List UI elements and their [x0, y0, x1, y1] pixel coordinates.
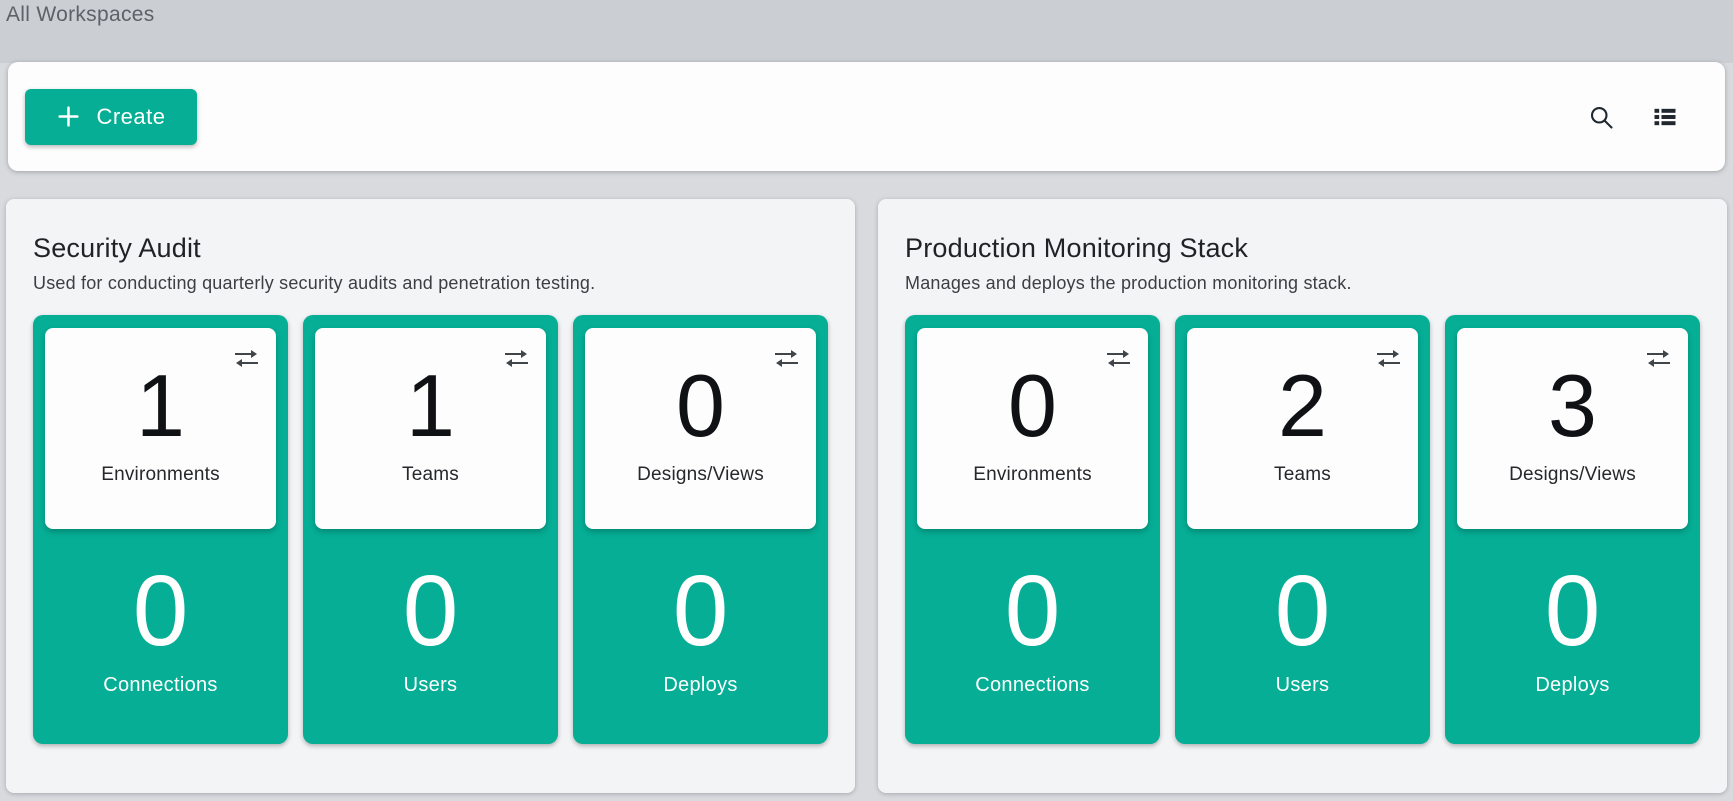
stat-card-top[interactable]: 2 Teams	[1187, 328, 1418, 529]
stat-bottom-label: Deploys	[1535, 674, 1609, 697]
stat-card-bottom[interactable]: 0 Deploys	[573, 529, 828, 744]
stat-card-top[interactable]: 1 Teams	[315, 328, 546, 529]
stats-row: 0 Environments 0 Connections 2 Teams 0 U…	[905, 315, 1700, 744]
stat-bottom-label: Connections	[103, 674, 217, 697]
workspace-description: Used for conducting quarterly security a…	[33, 273, 828, 294]
stat-card-top[interactable]: 0 Environments	[917, 328, 1148, 529]
workspace-card: Security Audit Used for conducting quart…	[6, 199, 855, 793]
stat-top-value: 0	[1008, 362, 1057, 450]
workspace-card: Production Monitoring Stack Manages and …	[878, 199, 1727, 793]
transfer-arrows-icon[interactable]	[232, 347, 261, 375]
stat-top-value: 3	[1548, 362, 1597, 450]
stat-card[interactable]: 1 Environments 0 Connections	[33, 315, 288, 744]
transfer-arrows-icon[interactable]	[772, 347, 801, 375]
stat-bottom-value: 0	[1545, 561, 1601, 661]
stat-top-label: Teams	[1274, 464, 1331, 486]
stat-top-label: Teams	[402, 464, 459, 486]
stat-card-bottom[interactable]: 0 Connections	[33, 529, 288, 744]
workspace-title: Production Monitoring Stack	[905, 233, 1700, 264]
stat-card[interactable]: 3 Designs/Views 0 Deploys	[1445, 315, 1700, 744]
stat-top-label: Environments	[101, 464, 220, 486]
transfer-arrows-icon[interactable]	[1104, 347, 1133, 375]
stats-row: 1 Environments 0 Connections 1 Teams 0 U…	[33, 315, 828, 744]
stat-top-value: 1	[406, 362, 455, 450]
stat-card-top[interactable]: 0 Designs/Views	[585, 328, 816, 529]
stat-card-top[interactable]: 3 Designs/Views	[1457, 328, 1688, 529]
workspaces-row: Security Audit Used for conducting quart…	[6, 199, 1727, 793]
stat-top-label: Designs/Views	[637, 464, 764, 486]
stat-bottom-value: 0	[133, 561, 189, 661]
stat-bottom-label: Connections	[975, 674, 1089, 697]
stat-bottom-label: Deploys	[663, 674, 737, 697]
transfer-arrows-icon[interactable]	[502, 347, 531, 375]
stat-card-bottom[interactable]: 0 Deploys	[1445, 529, 1700, 744]
stat-card[interactable]: 0 Environments 0 Connections	[905, 315, 1160, 744]
stat-bottom-value: 0	[673, 561, 729, 661]
workspace-description: Manages and deploys the production monit…	[905, 273, 1700, 294]
plus-icon	[56, 104, 81, 129]
stat-card-top[interactable]: 1 Environments	[45, 328, 276, 529]
stat-top-value: 2	[1278, 362, 1327, 450]
create-button-label: Create	[96, 104, 165, 130]
top-band	[0, 0, 1733, 63]
transfer-arrows-icon[interactable]	[1374, 347, 1403, 375]
workspace-title: Security Audit	[33, 233, 828, 264]
stat-card-bottom[interactable]: 0 Users	[1175, 529, 1430, 744]
stat-card[interactable]: 2 Teams 0 Users	[1175, 315, 1430, 744]
page-title: All Workspaces	[6, 3, 155, 27]
stat-card-bottom[interactable]: 0 Connections	[905, 529, 1160, 744]
stat-top-value: 1	[136, 362, 185, 450]
stat-card-bottom[interactable]: 0 Users	[303, 529, 558, 744]
stat-bottom-label: Users	[1276, 674, 1330, 697]
stat-top-label: Environments	[973, 464, 1092, 486]
create-button[interactable]: Create	[25, 89, 197, 145]
stat-bottom-value: 0	[403, 561, 459, 661]
view-list-icon	[1651, 103, 1679, 131]
stat-card[interactable]: 0 Designs/Views 0 Deploys	[573, 315, 828, 744]
toolbar: Create	[8, 62, 1725, 171]
search-button[interactable]	[1583, 99, 1619, 135]
stat-bottom-value: 0	[1005, 561, 1061, 661]
search-icon	[1587, 103, 1615, 131]
stat-top-value: 0	[676, 362, 725, 450]
view-list-button[interactable]	[1647, 99, 1683, 135]
stat-bottom-label: Users	[404, 674, 458, 697]
stat-top-label: Designs/Views	[1509, 464, 1636, 486]
stat-bottom-value: 0	[1275, 561, 1331, 661]
transfer-arrows-icon[interactable]	[1644, 347, 1673, 375]
stat-card[interactable]: 1 Teams 0 Users	[303, 315, 558, 744]
